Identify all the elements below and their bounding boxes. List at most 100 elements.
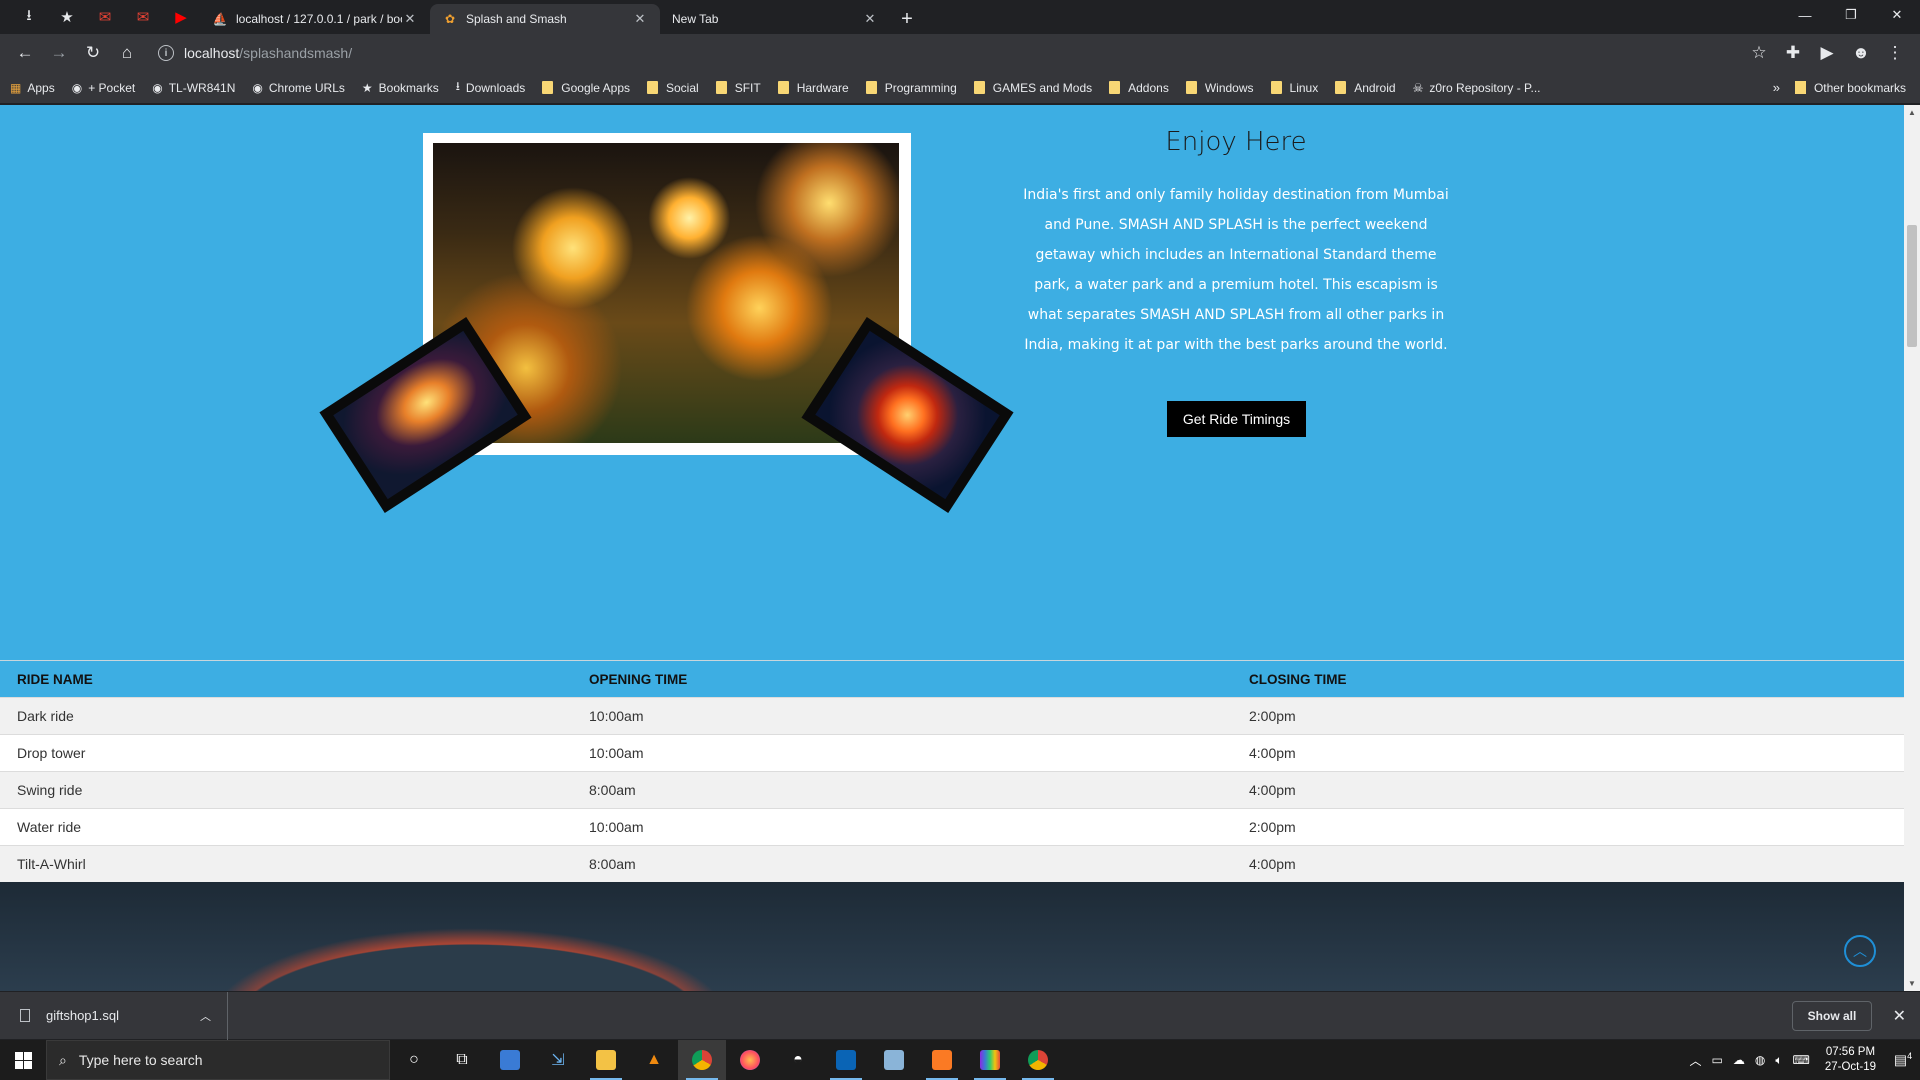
- control-panel-icon[interactable]: [486, 1040, 534, 1080]
- menu-icon[interactable]: ⋮: [1878, 38, 1912, 68]
- more-bookmarks-chevron-icon[interactable]: »: [1773, 80, 1780, 95]
- chrome-alt-icon[interactable]: [1014, 1040, 1062, 1080]
- tab-title: localhost / 127.0.0.1 / park / boo: [236, 12, 402, 26]
- bookmark-star-icon[interactable]: ☆: [1742, 38, 1776, 68]
- star-pinned-icon[interactable]: ★: [48, 0, 86, 34]
- bookmark-label: Hardware: [796, 80, 849, 95]
- winrar-icon[interactable]: [966, 1040, 1014, 1080]
- chevron-up-icon[interactable]: ︿: [200, 1008, 211, 1024]
- minimize-icon[interactable]: —: [1782, 0, 1828, 30]
- bookmark-apps[interactable]: ▦ Apps: [10, 81, 55, 95]
- close-tab-icon[interactable]: ✕: [632, 11, 648, 27]
- bookmark-chrome-urls[interactable]: ◉ Chrome URLs: [252, 81, 345, 95]
- ride-name-cell: Drop tower: [0, 734, 572, 772]
- bookmark-z0ro[interactable]: ☠ z0ro Repository - P...: [1413, 81, 1541, 95]
- page-scrollbar[interactable]: ▲ ▼: [1904, 105, 1920, 991]
- taskbar-search[interactable]: ⌕ Type here to search: [46, 1040, 390, 1080]
- carousel-ride-background-image: [0, 882, 1904, 991]
- folder-icon: [973, 81, 985, 94]
- start-button[interactable]: [0, 1040, 46, 1080]
- app-icon[interactable]: ⇲: [534, 1040, 582, 1080]
- header-opening-time: OPENING TIME: [572, 660, 1232, 698]
- extensions-icon[interactable]: ✚: [1776, 38, 1810, 68]
- profile-avatar-icon[interactable]: ☻: [1844, 38, 1878, 68]
- youtube-pinned-icon[interactable]: ▶: [162, 0, 200, 34]
- tab-new-tab[interactable]: New Tab ✕: [660, 4, 890, 34]
- vlc-icon[interactable]: ▲: [630, 1040, 678, 1080]
- volume-icon[interactable]: 🔈︎: [1775, 1053, 1782, 1068]
- windows-logo-icon: [14, 1051, 32, 1069]
- window-controls: — ❐ ✕: [1782, 0, 1920, 30]
- bookmark-folder-android[interactable]: Android: [1335, 81, 1396, 95]
- bookmark-downloads[interactable]: ⭳ Downloads: [456, 77, 526, 98]
- bookmark-folder-programming[interactable]: Programming: [865, 80, 957, 95]
- bookmark-label: Addons: [1128, 80, 1169, 95]
- bookmark-folder-sfit[interactable]: SFIT: [715, 81, 761, 95]
- download-item[interactable]: giftshop1.sql ︿: [0, 991, 228, 1040]
- download-pinned-icon[interactable]: ⭳: [10, 0, 48, 34]
- opening-time-cell: 10:00am: [572, 697, 1232, 735]
- bookmark-folder-hardware[interactable]: Hardware: [777, 80, 849, 95]
- bookmark-folder-social[interactable]: Social: [647, 81, 699, 95]
- back-icon[interactable]: ←: [8, 38, 42, 68]
- bookmark-folder-windows[interactable]: Windows: [1185, 81, 1254, 95]
- bookmarks-bar: ▦ Apps ◉ + Pocket ◉ TL-WR841N ◉ Chrome URLs …: [0, 72, 1920, 104]
- bookmark-bookmarks[interactable]: ★ Bookmarks: [362, 81, 439, 95]
- firefox-icon[interactable]: [726, 1040, 774, 1080]
- remote-desktop-icon[interactable]: [870, 1040, 918, 1080]
- bookmark-folder-linux[interactable]: Linux: [1270, 81, 1318, 95]
- file-explorer-icon[interactable]: [582, 1040, 630, 1080]
- outlook-icon[interactable]: [822, 1040, 870, 1080]
- onedrive-cloud-icon[interactable]: ☁: [1733, 1053, 1745, 1067]
- spinning-ride-image: [815, 330, 1000, 500]
- search-icon: ⌕: [59, 1051, 67, 1068]
- keyboard-icon[interactable]: ⌨: [1793, 1053, 1810, 1067]
- close-tab-icon[interactable]: ✕: [402, 11, 418, 27]
- bookmark-pocket[interactable]: ◉ + Pocket: [72, 81, 136, 95]
- bookmark-folder-google-apps[interactable]: Google Apps: [542, 81, 630, 95]
- media-play-icon[interactable]: ▶: [1810, 38, 1844, 68]
- bookmark-label: Programming: [884, 80, 957, 95]
- address-bar[interactable]: i localhost/splashandsmash/: [150, 39, 1736, 67]
- task-view-icon[interactable]: ⧉: [438, 1040, 486, 1080]
- cortana-icon[interactable]: ○: [390, 1040, 438, 1080]
- forward-icon[interactable]: →: [42, 38, 76, 68]
- restore-icon[interactable]: ❐: [1828, 0, 1874, 30]
- reload-icon[interactable]: ↻: [76, 38, 110, 68]
- scroll-down-arrow-icon[interactable]: ▼: [1908, 979, 1916, 988]
- gmail-pinned-icon[interactable]: ✉: [86, 0, 124, 34]
- closing-time-cell: 4:00pm: [1232, 734, 1904, 772]
- scroll-to-top-icon[interactable]: ︿: [1844, 935, 1876, 967]
- closing-time-cell: 2:00pm: [1232, 697, 1904, 735]
- photos-icon[interactable]: ◓: [774, 1040, 822, 1080]
- show-all-button[interactable]: Show all: [1792, 1001, 1872, 1031]
- folder-icon: [647, 81, 658, 94]
- clock[interactable]: 07:56 PM 27-Oct-19: [1825, 1045, 1876, 1075]
- bookmark-other[interactable]: Other bookmarks: [1794, 81, 1906, 95]
- folder-icon: [542, 81, 554, 94]
- download-icon: ⭳: [455, 79, 460, 93]
- notification-center-icon[interactable]: ▤4: [1886, 1051, 1920, 1069]
- gmail-pinned-icon-2[interactable]: ✉: [124, 0, 162, 34]
- tab-phpmyadmin[interactable]: ⛵ localhost / 127.0.0.1 / park / boo ✕: [200, 4, 430, 34]
- chrome-icon[interactable]: [678, 1040, 726, 1080]
- bookmark-label: Social: [666, 80, 699, 95]
- xampp-icon[interactable]: [918, 1040, 966, 1080]
- close-icon[interactable]: ✕: [1893, 1006, 1906, 1026]
- get-ride-timings-button[interactable]: Get Ride Timings: [1167, 401, 1306, 437]
- new-tab-button[interactable]: +: [890, 4, 924, 34]
- tray-chevron-up-icon[interactable]: ︿: [1689, 1052, 1701, 1069]
- close-tab-icon[interactable]: ✕: [862, 11, 878, 27]
- globe-icon: ◉: [252, 80, 263, 95]
- close-window-icon[interactable]: ✕: [1874, 0, 1920, 30]
- network-globe-icon[interactable]: ◍: [1755, 1053, 1765, 1067]
- home-icon[interactable]: ⌂: [110, 38, 144, 68]
- bookmark-folder-games[interactable]: GAMES and Mods: [973, 81, 1092, 95]
- bookmark-folder-addons[interactable]: Addons: [1109, 81, 1169, 95]
- scroll-up-arrow-icon[interactable]: ▲: [1908, 108, 1916, 117]
- site-info-icon[interactable]: i: [158, 45, 174, 61]
- scrollbar-thumb[interactable]: [1907, 225, 1917, 347]
- display-icon[interactable]: ▭: [1712, 1053, 1723, 1067]
- bookmark-router[interactable]: ◉ TL-WR841N: [152, 81, 235, 95]
- tab-splash-and-smash[interactable]: ✿ Splash and Smash ✕: [430, 4, 660, 34]
